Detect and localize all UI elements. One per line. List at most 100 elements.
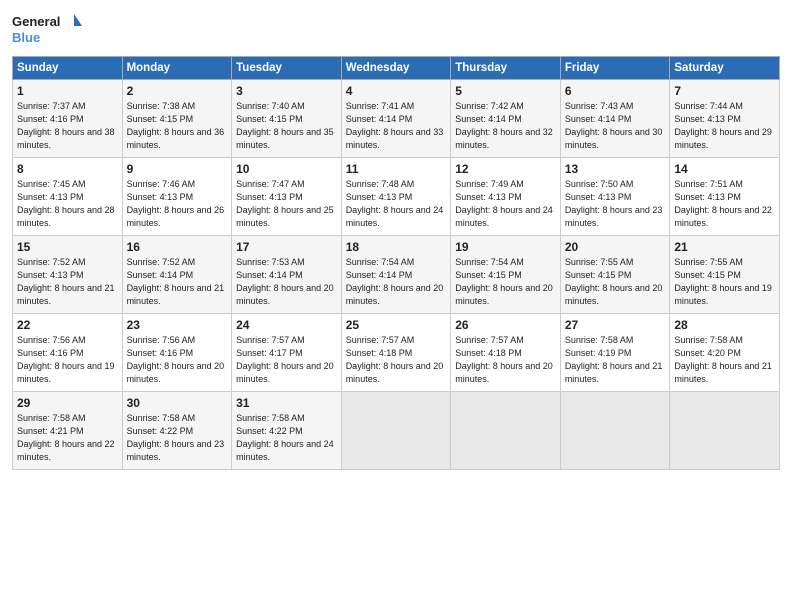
day-number: 26 bbox=[455, 318, 556, 332]
day-info: Sunrise: 7:48 AMSunset: 4:13 PMDaylight:… bbox=[346, 178, 447, 230]
calendar-cell bbox=[560, 392, 670, 470]
logo: General Blue bbox=[12, 10, 82, 50]
day-number: 2 bbox=[127, 84, 228, 98]
day-info: Sunrise: 7:50 AMSunset: 4:13 PMDaylight:… bbox=[565, 178, 666, 230]
calendar-cell bbox=[451, 392, 561, 470]
calendar-cell: 9 Sunrise: 7:46 AMSunset: 4:13 PMDaylight… bbox=[122, 158, 232, 236]
calendar-cell: 7 Sunrise: 7:44 AMSunset: 4:13 PMDaylight… bbox=[670, 80, 780, 158]
day-info: Sunrise: 7:52 AMSunset: 4:13 PMDaylight:… bbox=[17, 256, 118, 308]
day-info: Sunrise: 7:55 AMSunset: 4:15 PMDaylight:… bbox=[565, 256, 666, 308]
calendar-cell: 29 Sunrise: 7:58 AMSunset: 4:21 PMDayligh… bbox=[13, 392, 123, 470]
day-info: Sunrise: 7:54 AMSunset: 4:15 PMDaylight:… bbox=[455, 256, 556, 308]
day-info: Sunrise: 7:57 AMSunset: 4:18 PMDaylight:… bbox=[346, 334, 447, 386]
calendar-cell bbox=[670, 392, 780, 470]
svg-text:Blue: Blue bbox=[12, 30, 40, 45]
calendar-cell: 23 Sunrise: 7:56 AMSunset: 4:16 PMDayligh… bbox=[122, 314, 232, 392]
calendar-cell: 5Sunrise: 7:42 AMSunset: 4:14 PMDaylight… bbox=[451, 80, 561, 158]
day-info: Sunrise: 7:58 AMSunset: 4:21 PMDaylight:… bbox=[17, 412, 118, 464]
day-number: 16 bbox=[127, 240, 228, 254]
day-number: 24 bbox=[236, 318, 337, 332]
day-number: 9 bbox=[127, 162, 228, 176]
calendar-cell: 12 Sunrise: 7:49 AMSunset: 4:13 PMDayligh… bbox=[451, 158, 561, 236]
day-number: 17 bbox=[236, 240, 337, 254]
day-number: 12 bbox=[455, 162, 556, 176]
day-number: 19 bbox=[455, 240, 556, 254]
day-info: Sunrise: 7:55 AMSunset: 4:15 PMDaylight:… bbox=[674, 256, 775, 308]
calendar-cell: 16 Sunrise: 7:52 AMSunset: 4:14 PMDayligh… bbox=[122, 236, 232, 314]
weekday-header: Saturday bbox=[670, 57, 780, 80]
day-number: 23 bbox=[127, 318, 228, 332]
day-number: 29 bbox=[17, 396, 118, 410]
day-info: Sunrise: 7:38 AMSunset: 4:15 PMDaylight:… bbox=[127, 100, 228, 152]
calendar-cell: 24 Sunrise: 7:57 AMSunset: 4:17 PMDayligh… bbox=[232, 314, 342, 392]
day-info: Sunrise: 7:53 AMSunset: 4:14 PMDaylight:… bbox=[236, 256, 337, 308]
day-number: 11 bbox=[346, 162, 447, 176]
calendar-cell: 3Sunrise: 7:40 AMSunset: 4:15 PMDaylight… bbox=[232, 80, 342, 158]
calendar-cell: 14 Sunrise: 7:51 AMSunset: 4:13 PMDayligh… bbox=[670, 158, 780, 236]
day-number: 10 bbox=[236, 162, 337, 176]
day-info: Sunrise: 7:58 AMSunset: 4:20 PMDaylight:… bbox=[674, 334, 775, 386]
header: General Blue bbox=[12, 10, 780, 50]
day-number: 13 bbox=[565, 162, 666, 176]
weekday-header: Thursday bbox=[451, 57, 561, 80]
day-number: 22 bbox=[17, 318, 118, 332]
day-info: Sunrise: 7:58 AMSunset: 4:22 PMDaylight:… bbox=[127, 412, 228, 464]
calendar-cell: 22 Sunrise: 7:56 AMSunset: 4:16 PMDayligh… bbox=[13, 314, 123, 392]
day-info: Sunrise: 7:46 AMSunset: 4:13 PMDaylight:… bbox=[127, 178, 228, 230]
calendar-cell: 31 Sunrise: 7:58 AMSunset: 4:22 PMDayligh… bbox=[232, 392, 342, 470]
day-info: Sunrise: 7:43 AMSunset: 4:14 PMDaylight:… bbox=[565, 100, 666, 152]
day-info: Sunrise: 7:57 AMSunset: 4:17 PMDaylight:… bbox=[236, 334, 337, 386]
calendar-cell: 8Sunrise: 7:45 AMSunset: 4:13 PMDaylight… bbox=[13, 158, 123, 236]
day-info: Sunrise: 7:56 AMSunset: 4:16 PMDaylight:… bbox=[127, 334, 228, 386]
day-info: Sunrise: 7:51 AMSunset: 4:13 PMDaylight:… bbox=[674, 178, 775, 230]
calendar-cell: 30 Sunrise: 7:58 AMSunset: 4:22 PMDayligh… bbox=[122, 392, 232, 470]
day-number: 28 bbox=[674, 318, 775, 332]
day-number: 7 bbox=[674, 84, 775, 98]
day-info: Sunrise: 7:41 AMSunset: 4:14 PMDaylight:… bbox=[346, 100, 447, 152]
calendar-cell: 17 Sunrise: 7:53 AMSunset: 4:14 PMDayligh… bbox=[232, 236, 342, 314]
calendar-cell: 25 Sunrise: 7:57 AMSunset: 4:18 PMDayligh… bbox=[341, 314, 451, 392]
calendar-cell: 11 Sunrise: 7:48 AMSunset: 4:13 PMDayligh… bbox=[341, 158, 451, 236]
day-info: Sunrise: 7:57 AMSunset: 4:18 PMDaylight:… bbox=[455, 334, 556, 386]
day-info: Sunrise: 7:40 AMSunset: 4:15 PMDaylight:… bbox=[236, 100, 337, 152]
calendar-cell: 27 Sunrise: 7:58 AMSunset: 4:19 PMDayligh… bbox=[560, 314, 670, 392]
calendar-cell bbox=[341, 392, 451, 470]
weekday-header: Sunday bbox=[13, 57, 123, 80]
calendar-cell: 6Sunrise: 7:43 AMSunset: 4:14 PMDaylight… bbox=[560, 80, 670, 158]
svg-text:General: General bbox=[12, 14, 60, 29]
day-info: Sunrise: 7:52 AMSunset: 4:14 PMDaylight:… bbox=[127, 256, 228, 308]
day-number: 18 bbox=[346, 240, 447, 254]
day-info: Sunrise: 7:58 AMSunset: 4:19 PMDaylight:… bbox=[565, 334, 666, 386]
weekday-header: Tuesday bbox=[232, 57, 342, 80]
logo-svg: General Blue bbox=[12, 10, 82, 50]
day-info: Sunrise: 7:37 AMSunset: 4:16 PMDaylight:… bbox=[17, 100, 118, 152]
calendar-table: SundayMondayTuesdayWednesdayThursdayFrid… bbox=[12, 56, 780, 470]
day-number: 8 bbox=[17, 162, 118, 176]
day-info: Sunrise: 7:56 AMSunset: 4:16 PMDaylight:… bbox=[17, 334, 118, 386]
day-number: 15 bbox=[17, 240, 118, 254]
day-number: 30 bbox=[127, 396, 228, 410]
calendar-cell: 2 Sunrise: 7:38 AMSunset: 4:15 PMDaylight… bbox=[122, 80, 232, 158]
day-number: 20 bbox=[565, 240, 666, 254]
day-number: 5 bbox=[455, 84, 556, 98]
calendar-cell: 28 Sunrise: 7:58 AMSunset: 4:20 PMDayligh… bbox=[670, 314, 780, 392]
calendar-cell: 26 Sunrise: 7:57 AMSunset: 4:18 PMDayligh… bbox=[451, 314, 561, 392]
weekday-header: Friday bbox=[560, 57, 670, 80]
day-info: Sunrise: 7:58 AMSunset: 4:22 PMDaylight:… bbox=[236, 412, 337, 464]
day-number: 21 bbox=[674, 240, 775, 254]
calendar-cell: 4Sunrise: 7:41 AMSunset: 4:14 PMDaylight… bbox=[341, 80, 451, 158]
day-number: 1 bbox=[17, 84, 118, 98]
day-number: 31 bbox=[236, 396, 337, 410]
day-info: Sunrise: 7:54 AMSunset: 4:14 PMDaylight:… bbox=[346, 256, 447, 308]
calendar-cell: 10 Sunrise: 7:47 AMSunset: 4:13 PMDayligh… bbox=[232, 158, 342, 236]
page-container: General Blue SundayMondayTuesdayWednesda… bbox=[0, 0, 792, 478]
day-info: Sunrise: 7:49 AMSunset: 4:13 PMDaylight:… bbox=[455, 178, 556, 230]
calendar-cell: 1 Sunrise: 7:37 AMSunset: 4:16 PMDaylight… bbox=[13, 80, 123, 158]
day-number: 14 bbox=[674, 162, 775, 176]
calendar-cell: 13 Sunrise: 7:50 AMSunset: 4:13 PMDayligh… bbox=[560, 158, 670, 236]
day-info: Sunrise: 7:47 AMSunset: 4:13 PMDaylight:… bbox=[236, 178, 337, 230]
day-number: 25 bbox=[346, 318, 447, 332]
day-info: Sunrise: 7:44 AMSunset: 4:13 PMDaylight:… bbox=[674, 100, 775, 152]
day-number: 27 bbox=[565, 318, 666, 332]
calendar-cell: 15 Sunrise: 7:52 AMSunset: 4:13 PMDayligh… bbox=[13, 236, 123, 314]
